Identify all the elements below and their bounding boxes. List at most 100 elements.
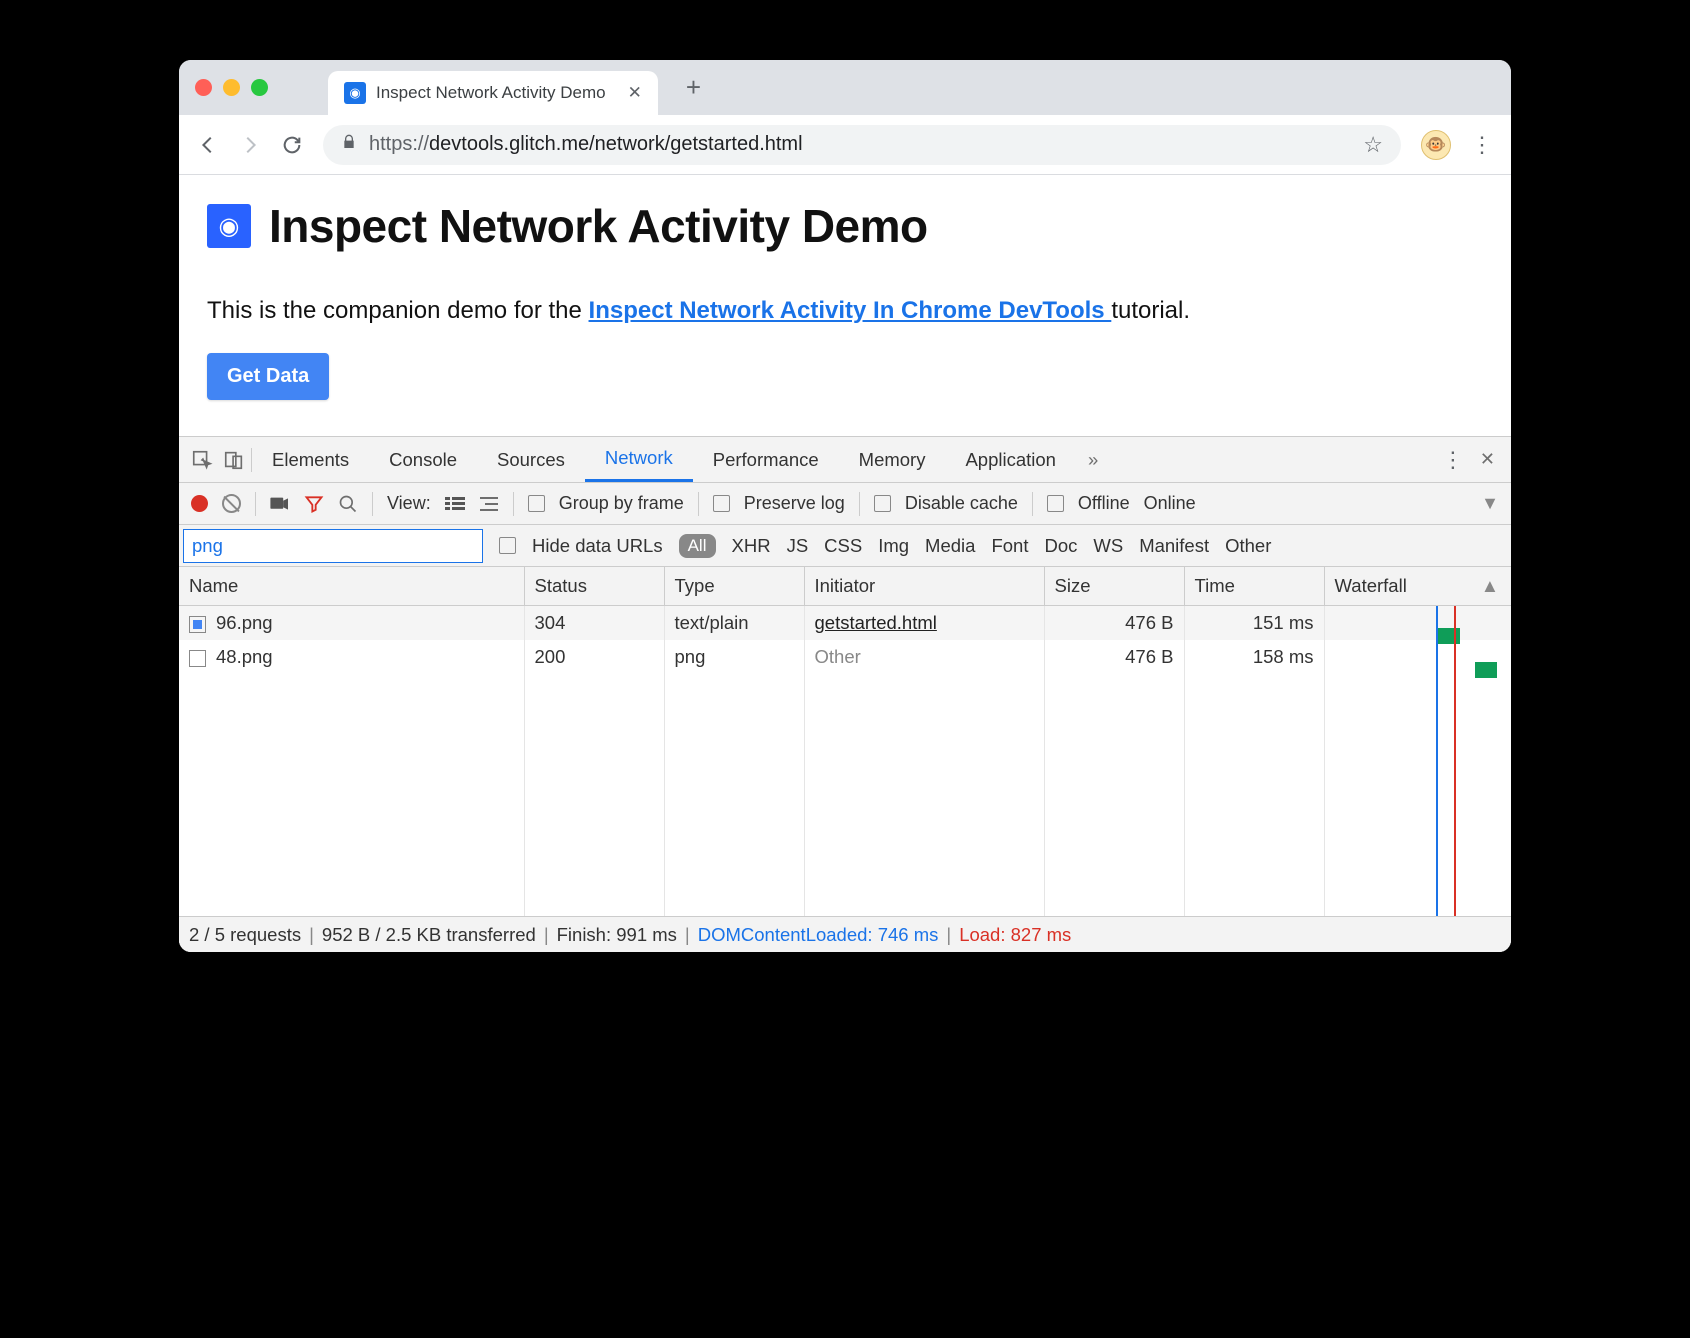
browser-toolbar: https://devtools.glitch.me/network/getst… — [179, 115, 1511, 175]
separator — [859, 492, 860, 516]
network-toolbar: View: Group by frame Preserve log Disabl… — [179, 483, 1511, 525]
browser-menu-icon[interactable]: ⋮ — [1471, 132, 1493, 158]
reload-icon[interactable] — [281, 134, 303, 156]
tabs-overflow-icon[interactable]: » — [1076, 449, 1110, 471]
status-transferred: 952 B / 2.5 KB transferred — [322, 924, 536, 946]
filter-doc[interactable]: Doc — [1044, 535, 1077, 557]
profile-avatar[interactable]: 🐵 — [1421, 130, 1451, 160]
preserve-log-label: Preserve log — [744, 493, 845, 514]
dcl-marker-icon — [1436, 606, 1438, 916]
filter-ws[interactable]: WS — [1093, 535, 1123, 557]
intro-before: This is the companion demo for the — [207, 297, 589, 324]
browser-window: ◉ Inspect Network Activity Demo ✕ + http… — [179, 60, 1511, 952]
bookmark-icon[interactable]: ☆ — [1363, 132, 1383, 158]
status-requests: 2 / 5 requests — [189, 924, 301, 946]
filter-font[interactable]: Font — [991, 535, 1028, 557]
col-size[interactable]: Size — [1044, 567, 1184, 606]
preserve-log-checkbox[interactable] — [713, 495, 730, 512]
window-controls — [195, 79, 268, 96]
load-marker-icon — [1454, 606, 1456, 916]
cell-status: 304 — [524, 606, 664, 640]
close-tab-icon[interactable]: ✕ — [628, 83, 642, 103]
address-bar[interactable]: https://devtools.glitch.me/network/getst… — [323, 125, 1401, 165]
page-intro: This is the companion demo for the Inspe… — [207, 297, 1483, 325]
tab-network[interactable]: Network — [585, 437, 693, 482]
throttling-dropdown-icon[interactable]: ▼ — [1481, 493, 1499, 514]
inspect-element-icon[interactable] — [191, 449, 213, 471]
separator — [698, 492, 699, 516]
close-window-icon[interactable] — [195, 79, 212, 96]
col-waterfall[interactable]: Waterfall▲ — [1324, 567, 1511, 606]
separator — [513, 492, 514, 516]
network-table-body: 96.png 304 text/plain getstarted.html 47… — [179, 606, 1511, 916]
col-initiator[interactable]: Initiator — [804, 567, 1044, 606]
col-time[interactable]: Time — [1184, 567, 1324, 606]
filter-manifest[interactable]: Manifest — [1139, 535, 1209, 557]
table-row[interactable]: 48.png 200 png Other 476 B 158 ms — [179, 640, 1511, 674]
tab-console[interactable]: Console — [369, 437, 477, 482]
browser-tab[interactable]: ◉ Inspect Network Activity Demo ✕ — [328, 71, 658, 115]
cell-size: 476 B — [1044, 606, 1184, 640]
filter-js[interactable]: JS — [787, 535, 809, 557]
hide-data-urls-checkbox[interactable] — [499, 537, 516, 554]
zoom-window-icon[interactable] — [251, 79, 268, 96]
devtools-menu-icon[interactable]: ⋮ — [1442, 447, 1464, 473]
tab-sources[interactable]: Sources — [477, 437, 585, 482]
cell-time: 158 ms — [1184, 640, 1324, 674]
minimize-window-icon[interactable] — [223, 79, 240, 96]
large-rows-icon[interactable] — [445, 496, 465, 512]
cell-initiator: Other — [815, 646, 861, 667]
camera-icon[interactable] — [270, 496, 290, 512]
tab-elements[interactable]: Elements — [252, 437, 369, 482]
network-table-wrap: Name Status Type Initiator Size Time Wat… — [179, 567, 1511, 916]
record-icon[interactable] — [191, 495, 208, 512]
cell-waterfall — [1324, 606, 1511, 640]
file-icon — [189, 616, 206, 633]
filter-css[interactable]: CSS — [824, 535, 862, 557]
col-type[interactable]: Type — [664, 567, 804, 606]
cell-initiator[interactable]: getstarted.html — [815, 612, 937, 633]
tab-application[interactable]: Application — [945, 437, 1076, 482]
device-toggle-icon[interactable] — [223, 449, 245, 471]
col-status[interactable]: Status — [524, 567, 664, 606]
clear-icon[interactable] — [222, 494, 241, 513]
table-row[interactable]: 96.png 304 text/plain getstarted.html 47… — [179, 606, 1511, 640]
offline-checkbox[interactable] — [1047, 495, 1064, 512]
network-filterbar: Hide data URLs All XHR JS CSS Img Media … — [179, 525, 1511, 567]
filter-media[interactable]: Media — [925, 535, 975, 557]
devtools-tabbar: Elements Console Sources Network Perform… — [179, 437, 1511, 483]
tab-memory[interactable]: Memory — [839, 437, 946, 482]
disable-cache-checkbox[interactable] — [874, 495, 891, 512]
filter-all[interactable]: All — [679, 534, 716, 558]
filter-icon[interactable] — [304, 494, 324, 514]
online-label[interactable]: Online — [1144, 493, 1196, 514]
page-title: Inspect Network Activity Demo — [269, 199, 928, 253]
filter-other[interactable]: Other — [1225, 535, 1271, 557]
file-icon — [189, 650, 206, 667]
devtools-close-icon[interactable]: ✕ — [1464, 449, 1501, 470]
cell-name: 48.png — [216, 646, 273, 667]
overview-icon[interactable] — [479, 496, 499, 512]
table-header-row: Name Status Type Initiator Size Time Wat… — [179, 567, 1511, 606]
back-icon[interactable] — [197, 134, 219, 156]
tutorial-link[interactable]: Inspect Network Activity In Chrome DevTo… — [589, 297, 1112, 324]
filter-xhr[interactable]: XHR — [732, 535, 771, 557]
cell-status: 200 — [524, 640, 664, 674]
hide-data-urls-label: Hide data URLs — [532, 535, 663, 557]
new-tab-button[interactable]: + — [686, 72, 701, 103]
forward-icon[interactable] — [239, 134, 261, 156]
group-by-frame-label: Group by frame — [559, 493, 684, 514]
get-data-button[interactable]: Get Data — [207, 353, 329, 400]
cell-type: text/plain — [664, 606, 804, 640]
cell-time: 151 ms — [1184, 606, 1324, 640]
tab-performance[interactable]: Performance — [693, 437, 839, 482]
separator — [255, 492, 256, 516]
search-icon[interactable] — [338, 494, 358, 514]
filter-img[interactable]: Img — [878, 535, 909, 557]
filter-input[interactable] — [183, 529, 483, 563]
col-name[interactable]: Name — [179, 567, 524, 606]
group-by-frame-checkbox[interactable] — [528, 495, 545, 512]
url-text: https://devtools.glitch.me/network/getst… — [369, 133, 1351, 156]
cell-type: png — [664, 640, 804, 674]
type-filters: XHR JS CSS Img Media Font Doc WS Manifes… — [732, 535, 1272, 557]
